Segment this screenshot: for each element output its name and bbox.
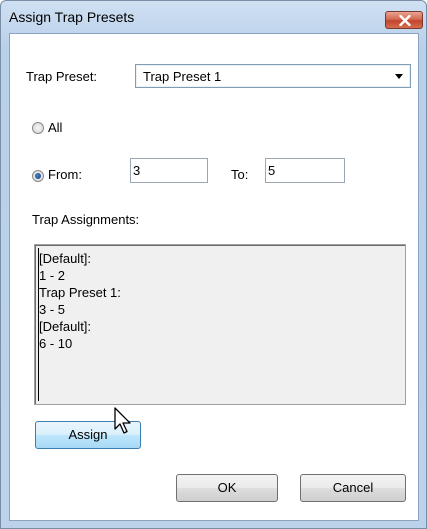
to-value: 5 <box>268 163 276 178</box>
window-title: Assign Trap Presets <box>9 9 135 25</box>
trap-preset-select[interactable]: Trap Preset 1 <box>135 64 411 88</box>
from-value: 3 <box>133 163 141 178</box>
trap-preset-value: Trap Preset 1 <box>143 69 222 84</box>
dialog-window: Assign Trap Presets Trap Preset: Trap Pr… <box>0 0 427 529</box>
close-icon <box>399 15 411 26</box>
from-label: From: <box>48 167 82 182</box>
chevron-down-icon[interactable] <box>389 66 409 86</box>
from-input[interactable]: 3 <box>130 158 208 183</box>
ok-button[interactable]: OK <box>176 474 278 502</box>
trap-assignments-list[interactable]: [Default]: 1 - 2 Trap Preset 1: 3 - 5 [D… <box>34 244 406 405</box>
trap-assignments-label: Trap Assignments: <box>32 212 140 227</box>
all-radio[interactable] <box>32 122 44 134</box>
list-item: 3 - 5 <box>39 302 66 317</box>
list-item: [Default]: <box>39 251 92 266</box>
list-item: Trap Preset 1: <box>39 285 121 300</box>
cancel-button[interactable]: Cancel <box>300 474 406 502</box>
list-item: [Default]: <box>39 319 92 334</box>
from-radio[interactable] <box>32 170 44 182</box>
list-item: 1 - 2 <box>39 268 66 283</box>
close-button[interactable] <box>385 11 423 29</box>
dialog-body: Trap Preset: Trap Preset 1 All From: 3 T… <box>9 33 419 521</box>
list-item: 6 - 10 <box>39 336 73 351</box>
to-label: To: <box>231 167 249 182</box>
trap-preset-label: Trap Preset: <box>26 69 98 84</box>
to-input[interactable]: 5 <box>265 158 345 183</box>
all-label: All <box>48 120 63 135</box>
mouse-pointer-icon <box>114 407 131 434</box>
title-bar[interactable]: Assign Trap Presets <box>1 1 426 33</box>
